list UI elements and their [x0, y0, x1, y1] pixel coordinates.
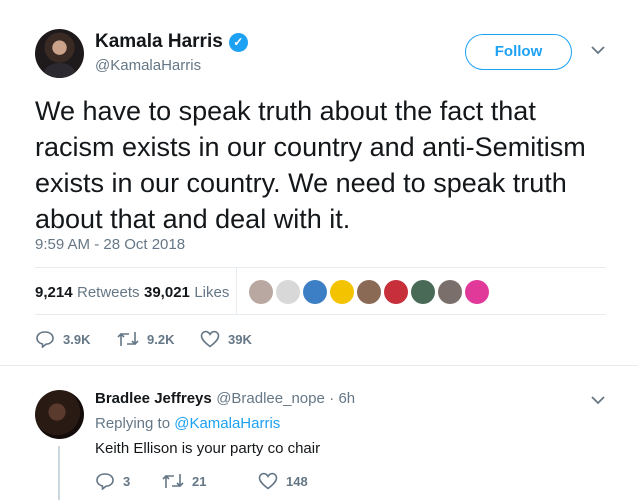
liker-avatar[interactable]	[384, 280, 408, 304]
replying-to-link[interactable]: @KamalaHarris	[174, 415, 280, 432]
reply-author-avatar[interactable]	[35, 390, 84, 439]
like-action[interactable]: 39K	[200, 330, 252, 348]
reply-header: Bradlee Jeffreys @Bradlee_nope · 6h	[95, 390, 355, 408]
reply-chevron-down-icon[interactable]	[590, 394, 606, 406]
heart-icon	[258, 472, 278, 490]
liker-avatar[interactable]	[303, 280, 327, 304]
reply-action[interactable]: 3.9K	[35, 330, 90, 348]
like-count: 39K	[228, 331, 252, 347]
divider	[35, 314, 606, 315]
liker-avatar[interactable]	[465, 280, 489, 304]
liker-avatar[interactable]	[249, 280, 273, 304]
retweets-count: 9,214	[35, 284, 73, 301]
likes-stat[interactable]: 39,021 Likes	[144, 284, 229, 302]
likes-label: Likes	[194, 284, 230, 301]
reply-like-count: 148	[286, 473, 308, 489]
heart-icon	[200, 330, 220, 348]
retweet-icon	[117, 332, 139, 346]
retweets-stat[interactable]: 9,214 Retweets	[35, 284, 140, 302]
stats-separator	[236, 268, 237, 314]
reply-time[interactable]: · 6h	[329, 390, 355, 407]
tweet-timestamp[interactable]: 9:59 AM - 28 Oct 2018	[35, 236, 185, 253]
retweets-label: Retweets	[77, 284, 140, 301]
author-name-row: Kamala Harris ✓	[95, 31, 248, 53]
reply-retweet-count: 21	[192, 473, 207, 489]
liker-avatar[interactable]	[357, 280, 381, 304]
section-divider	[0, 365, 638, 366]
reply-reply-count: 3	[123, 473, 131, 489]
author-avatar[interactable]	[35, 29, 84, 78]
replying-to: Replying to @KamalaHarris	[95, 415, 280, 432]
follow-button[interactable]: Follow	[465, 34, 572, 70]
liker-avatar[interactable]	[276, 280, 300, 304]
verified-badge-icon: ✓	[228, 32, 248, 52]
reply-count: 3.9K	[63, 331, 91, 347]
retweet-action[interactable]: 9.2K	[117, 330, 174, 348]
liker-avatars	[249, 280, 489, 304]
liker-avatar[interactable]	[438, 280, 462, 304]
author-name[interactable]: Kamala Harris	[95, 31, 223, 53]
reply-icon	[36, 331, 54, 348]
reply-author-name[interactable]: Bradlee Jeffreys	[95, 390, 212, 407]
chevron-down-icon[interactable]	[590, 44, 606, 56]
reply-reply-action[interactable]: 3	[95, 472, 130, 490]
retweet-count: 9.2K	[147, 331, 175, 347]
likes-count: 39,021	[144, 284, 190, 301]
divider	[35, 267, 606, 268]
reply-like-action[interactable]: 148	[258, 472, 308, 490]
reply-text: Keith Ellison is your party co chair	[95, 440, 321, 457]
tweet-text: We have to speak truth about the fact th…	[35, 96, 586, 234]
reply-author-handle[interactable]: @Bradlee_nope	[216, 390, 325, 407]
thread-line	[58, 446, 60, 500]
replying-to-label: Replying to	[95, 415, 171, 432]
liker-avatar[interactable]	[330, 280, 354, 304]
reply-icon	[96, 473, 114, 490]
retweet-icon	[162, 474, 184, 488]
author-handle[interactable]: @KamalaHarris	[95, 57, 201, 74]
liker-avatar[interactable]	[411, 280, 435, 304]
reply-retweet-action[interactable]: 21	[162, 472, 206, 490]
